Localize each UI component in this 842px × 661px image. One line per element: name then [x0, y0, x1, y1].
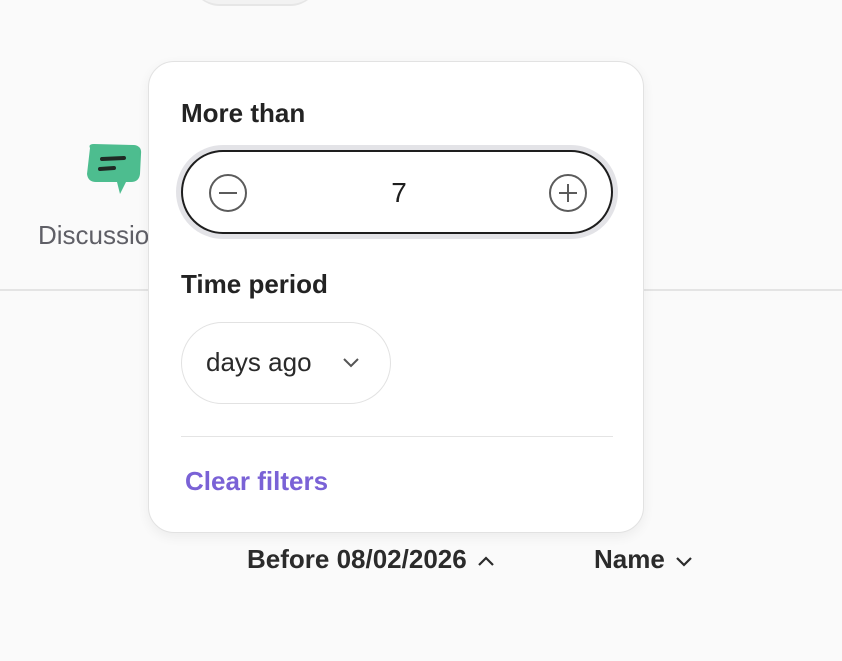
time-period-value: days ago	[206, 347, 312, 377]
date-filter-popover: More than 7 Time period days ago Clear f…	[148, 61, 644, 533]
popover-divider	[181, 436, 613, 437]
minus-circle-icon[interactable]	[209, 174, 247, 212]
name-sort-button[interactable]: Name	[594, 544, 693, 575]
chevron-down-icon	[343, 358, 359, 368]
discussion-tab-label: Discussio	[38, 220, 150, 250]
time-period-select[interactable]: days ago	[181, 322, 391, 404]
count-value[interactable]: 7	[283, 174, 515, 212]
time-period-label: Time period	[181, 269, 328, 299]
date-filter-label: Before 08/02/2026	[247, 544, 467, 574]
count-label: More than	[181, 98, 306, 128]
name-sort-label: Name	[594, 544, 665, 574]
count-stepper: 7	[181, 150, 613, 234]
background-shape	[190, 0, 320, 6]
date-filter-button[interactable]: Before 08/02/2026	[247, 544, 495, 575]
clear-filters-button[interactable]: Clear filters	[185, 466, 328, 497]
plus-circle-icon[interactable]	[549, 174, 587, 212]
chat-bubble-icon	[84, 142, 144, 198]
chevron-up-icon	[477, 556, 494, 566]
chevron-down-icon	[676, 557, 692, 567]
